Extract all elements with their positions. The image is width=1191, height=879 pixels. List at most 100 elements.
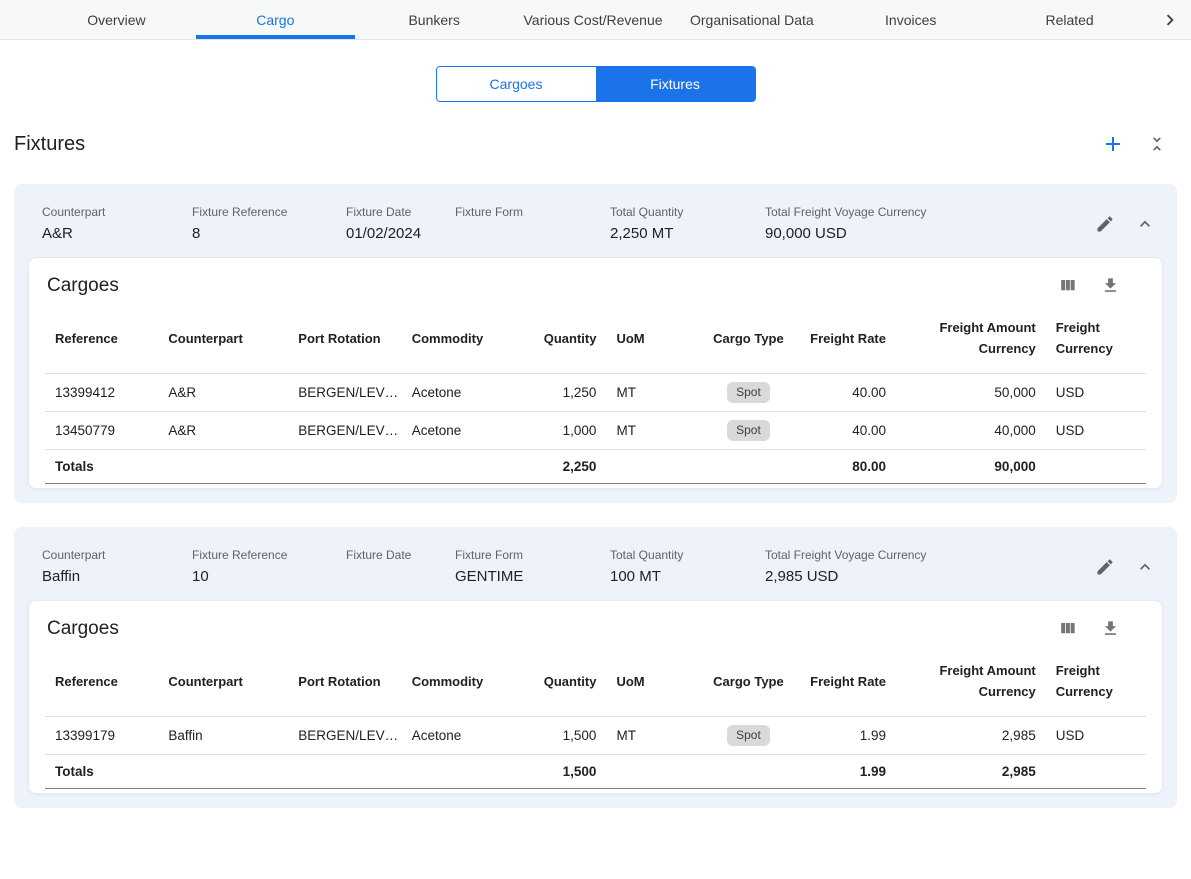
collapse-fixture-button[interactable] (1133, 212, 1157, 236)
pencil-icon (1095, 557, 1115, 577)
view-columns-icon (1058, 276, 1077, 295)
field-value: 01/02/2024 (346, 225, 455, 243)
unfold-less-icon (1147, 134, 1167, 154)
col-reference: Reference (45, 646, 158, 717)
cell-port-rotation: BERGEN/LEV… (288, 717, 401, 755)
cell-quantity: 1,000 (526, 412, 606, 450)
tab-cargo[interactable]: Cargo (196, 0, 355, 39)
tab-various-cost-revenue[interactable]: Various Cost/Revenue (514, 0, 673, 39)
toggle-fixtures-button[interactable]: Fixtures (596, 67, 755, 101)
cell-freight-amount: 50,000 (896, 374, 1046, 412)
totals-row: Totals 2,250 80.00 90,000 (45, 450, 1146, 484)
table-row[interactable]: 13399412 A&R BERGEN/LEV… Acetone 1,250 M… (45, 374, 1146, 412)
fixture-field-reference: Fixture Reference 10 (192, 547, 346, 586)
fixture-field-counterpart: Counterpart A&R (42, 204, 192, 243)
collapse-fixture-button[interactable] (1133, 555, 1157, 579)
col-counterpart: Counterpart (158, 646, 288, 717)
download-icon (1101, 619, 1120, 638)
chevron-up-icon (1135, 214, 1155, 234)
cell-quantity: 1,250 (526, 374, 606, 412)
cell-port-rotation: BERGEN/LEV… (288, 412, 401, 450)
totals-label: Totals (45, 450, 158, 484)
fixture-field-form: Fixture Form GENTIME (455, 547, 610, 586)
field-label: Total Freight Voyage Currency (765, 547, 935, 564)
cell-counterpart: A&R (158, 374, 288, 412)
tab-organisational-data[interactable]: Organisational Data (672, 0, 831, 39)
col-freight-amount-currency: Freight Amount Currency (896, 646, 1046, 717)
table-header-row: Reference Counterpart Port Rotation Comm… (45, 646, 1146, 717)
field-label: Fixture Reference (192, 204, 346, 221)
col-freight-amount-currency: Freight Amount Currency (896, 303, 1046, 374)
download-icon (1101, 276, 1120, 295)
cargoes-title: Cargoes (47, 275, 119, 297)
cell-reference: 13450779 (45, 412, 158, 450)
download-button[interactable] (1099, 274, 1122, 297)
field-label: Counterpart (42, 204, 192, 221)
pencil-icon (1095, 214, 1115, 234)
cell-commodity: Acetone (402, 717, 526, 755)
nav-overflow-button[interactable] (1149, 0, 1191, 39)
view-columns-icon (1058, 619, 1077, 638)
table-row[interactable]: 13450779 A&R BERGEN/LEV… Acetone 1,000 M… (45, 412, 1146, 450)
field-label: Fixture Reference (192, 547, 346, 564)
cargo-type-chip: Spot (727, 725, 770, 746)
cargoes-table-actions (1056, 274, 1144, 297)
tab-invoices[interactable]: Invoices (831, 0, 990, 39)
cargoes-title: Cargoes (47, 618, 119, 640)
field-label: Total Freight Voyage Currency (765, 204, 935, 221)
col-cargo-type: Cargo Type (701, 646, 796, 717)
totals-quantity: 2,250 (526, 450, 606, 484)
cell-freight-rate: 40.00 (796, 374, 896, 412)
field-label: Fixture Date (346, 547, 455, 564)
field-value (346, 568, 455, 586)
cargo-type-chip: Spot (727, 420, 770, 441)
cell-freight-currency: USD (1046, 717, 1146, 755)
column-settings-button[interactable] (1056, 274, 1079, 297)
cell-freight-currency: USD (1046, 374, 1146, 412)
page-title: Fixtures (14, 133, 85, 156)
cell-reference: 13399412 (45, 374, 158, 412)
download-button[interactable] (1099, 617, 1122, 640)
totals-freight-rate: 80.00 (796, 450, 896, 484)
toggle-cargoes-button[interactable]: Cargoes (437, 67, 596, 101)
cell-freight-amount: 40,000 (896, 412, 1046, 450)
col-counterpart: Counterpart (158, 303, 288, 374)
cell-cargo-type: Spot (701, 412, 796, 450)
cell-port-rotation: BERGEN/LEV… (288, 374, 401, 412)
cell-freight-amount: 2,985 (896, 717, 1046, 755)
table-header-row: Reference Counterpart Port Rotation Comm… (45, 303, 1146, 374)
field-value: 2,250 MT (610, 225, 765, 243)
field-value: 10 (192, 568, 346, 586)
col-uom: UoM (606, 303, 701, 374)
tab-related[interactable]: Related (990, 0, 1149, 39)
fixture-field-form: Fixture Form (455, 204, 610, 243)
totals-freight-amount: 90,000 (896, 450, 1046, 484)
tab-overview[interactable]: Overview (37, 0, 196, 39)
view-toggle: Cargoes Fixtures (0, 66, 1191, 102)
edit-fixture-button[interactable] (1093, 212, 1117, 236)
chevron-right-icon (1159, 9, 1181, 31)
top-nav: Overview Cargo Bunkers Various Cost/Reve… (0, 0, 1191, 40)
column-settings-button[interactable] (1056, 617, 1079, 640)
cell-counterpart: Baffin (158, 717, 288, 755)
view-toggle-group: Cargoes Fixtures (436, 66, 756, 102)
fixture-field-total-quantity: Total Quantity 100 MT (610, 547, 765, 586)
fixture-field-total-freight: Total Freight Voyage Currency 2,985 USD (765, 547, 935, 586)
field-value: 90,000 USD (765, 225, 935, 243)
field-value: GENTIME (455, 568, 610, 586)
edit-fixture-button[interactable] (1093, 555, 1117, 579)
tab-bunkers[interactable]: Bunkers (355, 0, 514, 39)
fixture-field-date: Fixture Date 01/02/2024 (346, 204, 455, 243)
add-fixture-button[interactable] (1099, 130, 1127, 158)
col-quantity: Quantity (526, 646, 606, 717)
table-row[interactable]: 13399179 Baffin BERGEN/LEV… Acetone 1,50… (45, 717, 1146, 755)
collapse-all-button[interactable] (1145, 132, 1169, 156)
col-freight-currency: Freight Currency (1046, 303, 1146, 374)
field-label: Counterpart (42, 547, 192, 564)
cell-quantity: 1,500 (526, 717, 606, 755)
cargoes-table-actions (1056, 617, 1144, 640)
col-cargo-type: Cargo Type (701, 303, 796, 374)
fixture-field-total-freight: Total Freight Voyage Currency 90,000 USD (765, 204, 935, 243)
totals-freight-amount: 2,985 (896, 755, 1046, 789)
cargoes-card: Cargoes (28, 257, 1163, 489)
